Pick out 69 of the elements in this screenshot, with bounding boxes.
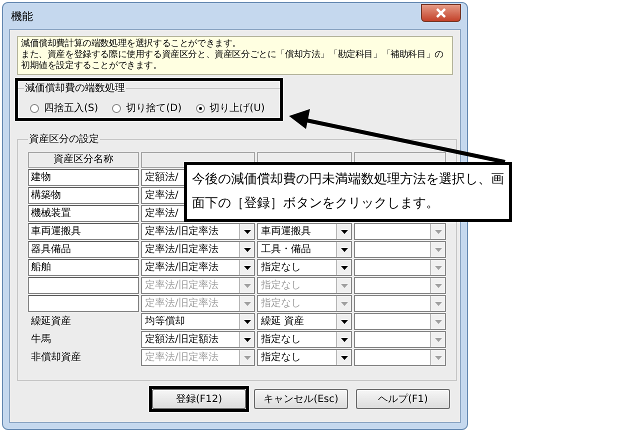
- caret-icon: [340, 320, 348, 324]
- caret-icon: [340, 284, 348, 288]
- caret-icon: [244, 338, 250, 342]
- caret-icon: [434, 356, 442, 360]
- dropdown[interactable]: [354, 295, 446, 312]
- dropdown[interactable]: [354, 277, 446, 294]
- dropdown[interactable]: 指定なし: [257, 349, 352, 366]
- caret-icon: [434, 230, 442, 234]
- window-title: 機能: [11, 8, 33, 24]
- caret-icon: [340, 248, 348, 252]
- radio-option[interactable]: 切り上げ(U): [196, 101, 265, 115]
- caret-icon: [434, 266, 442, 270]
- name-field[interactable]: 機械装置: [28, 205, 139, 222]
- name-field[interactable]: 器具備品: [28, 241, 139, 258]
- info-text: 減価償却費計算の端数処理を選択することができます。: [21, 39, 242, 50]
- name-field[interactable]: [28, 277, 139, 294]
- dropdown[interactable]: [354, 349, 446, 366]
- dropdown[interactable]: 均等償却: [141, 313, 255, 330]
- info-text: また、資産を登録する際に使用する資産区分と、資産区分ごとに「償却方法」「勘定科目」「補助科目」の: [21, 50, 444, 60]
- close-icon: [435, 8, 447, 18]
- dialog-button[interactable]: キャンセル(Esc): [254, 389, 348, 409]
- caret-icon: [244, 230, 250, 234]
- group-title: 資産区分の設定: [28, 132, 100, 146]
- name-field[interactable]: 船舶: [28, 259, 139, 276]
- dropdown[interactable]: 定額法/旧定額法: [141, 331, 255, 348]
- dropdown[interactable]: 指定なし: [257, 259, 352, 276]
- caret-icon: [244, 320, 250, 324]
- dropdown[interactable]: 定率法/旧定率法: [141, 223, 255, 240]
- caret-icon: [340, 356, 348, 360]
- info-text: 初期値を設定することができます。: [21, 61, 163, 72]
- dropdown[interactable]: 定率法/旧定率法: [141, 241, 255, 258]
- dropdown[interactable]: [354, 223, 446, 240]
- dropdown[interactable]: 工具・備品: [257, 241, 352, 258]
- close-button[interactable]: [421, 4, 461, 22]
- caret-icon: [244, 302, 250, 306]
- dropdown[interactable]: 繰延 資産: [257, 313, 352, 330]
- caret-icon: [434, 320, 442, 324]
- dropdown[interactable]: [354, 259, 446, 276]
- caret-icon: [340, 266, 348, 270]
- dropdown[interactable]: 定率法/旧定率法: [141, 259, 255, 276]
- dialog-button[interactable]: ヘルプ(F1): [356, 389, 450, 409]
- dropdown[interactable]: [354, 331, 446, 348]
- caret-icon: [340, 230, 348, 234]
- caret-icon: [434, 338, 442, 342]
- dropdown[interactable]: 指定なし: [257, 331, 352, 348]
- caret-icon: [244, 266, 250, 270]
- caret-icon: [340, 302, 348, 306]
- dropdown[interactable]: [354, 313, 446, 330]
- name-field: 牛馬: [28, 331, 139, 348]
- name-field[interactable]: 車両運搬具: [28, 223, 139, 240]
- group-title: 減価償却費の端数処理: [24, 82, 126, 95]
- radio-option[interactable]: 四捨五入(S): [30, 101, 98, 115]
- name-field: 繰延資産: [28, 313, 139, 330]
- name-field[interactable]: 構築物: [28, 187, 139, 204]
- caret-icon: [434, 284, 442, 288]
- name-field[interactable]: [28, 295, 139, 312]
- dialog-button[interactable]: 登録(F12): [152, 389, 246, 409]
- caret-icon: [340, 338, 348, 342]
- caret-icon: [244, 248, 250, 252]
- caret-icon: [434, 248, 442, 252]
- caret-icon: [244, 284, 250, 288]
- name-field: 非償却資産: [28, 349, 139, 366]
- name-field[interactable]: 建物: [28, 169, 139, 186]
- dropdown[interactable]: [354, 241, 446, 258]
- dropdown[interactable]: 車両運搬具: [257, 223, 352, 240]
- caret-icon: [434, 302, 442, 306]
- caret-icon: [244, 356, 250, 360]
- radio-option[interactable]: 切り捨て(D): [112, 101, 182, 115]
- column-header: 資産区分名称: [28, 152, 139, 168]
